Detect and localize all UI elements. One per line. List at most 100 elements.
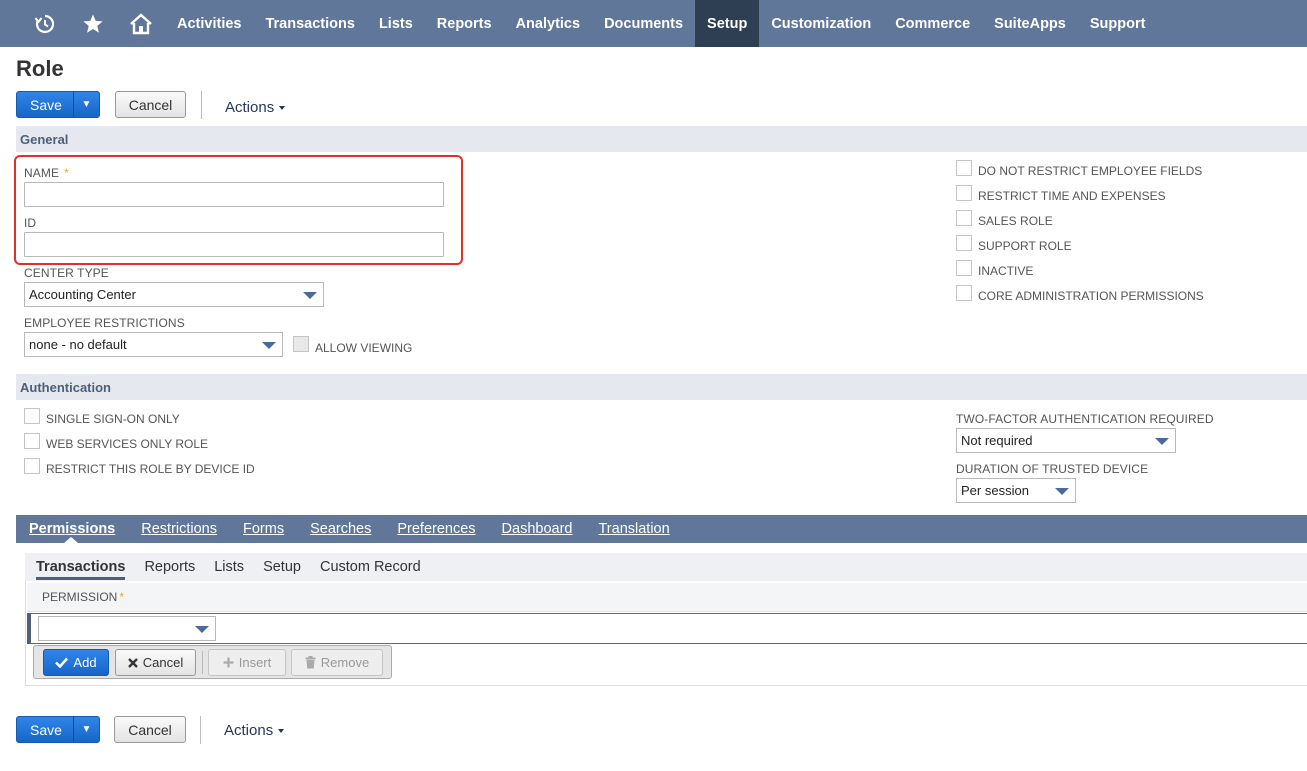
save-button[interactable]: Save [17,92,73,117]
line-item-buttons: Add Cancel Insert Remove [33,645,392,679]
allow-viewing-label: ALLOW VIEWING [315,341,413,355]
employee-restrictions-value: none - no default [29,337,127,352]
active-tab-indicator [64,537,78,543]
permission-select[interactable] [38,616,216,641]
bottom-save-button[interactable]: Save [17,717,73,742]
nav-item-customization[interactable]: Customization [759,0,883,47]
add-line-button[interactable]: Add [43,649,109,676]
general-checkbox-label: SALES ROLE [978,214,1053,228]
nav-item-activities[interactable]: Activities [165,0,253,47]
subtab-custom-record[interactable]: Custom Record [320,559,421,575]
home-icon[interactable] [117,0,165,47]
general-checkbox-3[interactable] [956,235,972,251]
cancel-button[interactable]: Cancel [115,91,186,118]
tab-preferences[interactable]: Preferences [397,521,475,537]
allow-viewing-checkbox[interactable] [293,336,309,352]
nav-item-setup[interactable]: Setup [695,0,760,47]
tab-permissions[interactable]: Permissions [29,521,115,537]
duration-select[interactable]: Per session [956,478,1076,503]
bottom-save-options-dropdown[interactable]: ▼ [73,717,99,742]
dropdown-arrow-icon [262,342,276,349]
subtab-lists[interactable]: Lists [214,559,244,575]
nav-item-transactions[interactable]: Transactions [253,0,366,47]
general-checkbox-4[interactable] [956,260,972,276]
actions-label: Actions [224,722,274,739]
tab-restrictions[interactable]: Restrictions [141,521,217,537]
dropdown-arrow-icon [195,626,209,633]
two-factor-value: Not required [961,433,1033,448]
toolbar-divider [201,91,202,119]
active-subtab-underline [36,577,125,580]
add-label: Add [73,655,97,670]
cancel-line-button[interactable]: Cancel [115,649,196,676]
bottom-actions-menu[interactable]: Actions [224,722,285,739]
subtab-transactions[interactable]: Transactions [36,559,125,575]
general-checkbox-0[interactable] [956,160,972,176]
tab-dashboard[interactable]: Dashboard [502,521,573,537]
duration-label: DURATION OF TRUSTED DEVICE [956,462,1149,476]
save-options-dropdown[interactable]: ▼ [73,92,99,117]
caret-down-icon [279,105,286,110]
general-checkbox-label: SUPPORT ROLE [978,239,1072,253]
nav-item-support[interactable]: Support [1078,0,1158,47]
insert-line-button[interactable]: Insert [208,649,286,676]
section-authentication: Authentication [16,374,1307,400]
nav-item-reports[interactable]: Reports [425,0,504,47]
dropdown-arrow-icon [1055,488,1069,495]
general-checkbox-1[interactable] [956,185,972,201]
center-type-value: Accounting Center [29,287,136,302]
insert-label: Insert [238,655,272,670]
general-checkbox-5[interactable] [956,285,972,301]
button-divider [202,651,203,674]
auth-checkbox-label: SINGLE SIGN-ON ONLY [46,412,180,426]
bottom-cancel-button[interactable]: Cancel [114,716,186,743]
nav-item-documents[interactable]: Documents [592,0,695,47]
general-checkbox-label: RESTRICT TIME AND EXPENSES [978,189,1166,203]
auth-checkbox-label: WEB SERVICES ONLY ROLE [46,437,209,451]
dropdown-arrow-icon [303,292,317,299]
general-checkbox-label: DO NOT RESTRICT EMPLOYEE FIELDS [978,164,1203,178]
plus-icon [223,657,234,668]
nav-item-analytics[interactable]: Analytics [504,0,592,47]
star-icon[interactable] [69,0,117,47]
nav-item-commerce[interactable]: Commerce [883,0,982,47]
auth-checkbox-label: RESTRICT THIS ROLE BY DEVICE ID [46,462,255,476]
subtab-bar: Transactions Reports Lists Setup Custom Reco… [25,553,1307,581]
tab-translation[interactable]: Translation [598,521,669,537]
two-factor-label: TWO-FACTOR AUTHENTICATION REQUIRED [956,412,1214,426]
permission-column-header: PERMISSION * [27,583,1307,612]
nav-item-suiteapps[interactable]: SuiteApps [982,0,1078,47]
main-tab-bar: Permissions Restrictions Forms Searches Pref… [16,515,1307,543]
section-general: General [16,126,1307,152]
general-checkbox-label: CORE ADMINISTRATION PERMISSIONS [978,289,1204,303]
permission-edit-row [27,613,1307,644]
auth-checkbox-2[interactable] [24,458,40,474]
employee-restrictions-select[interactable]: none - no default [24,332,283,357]
nav-item-lists[interactable]: Lists [367,0,425,47]
triangle-down-icon: ▼ [81,724,92,735]
subtab-setup[interactable]: Setup [263,559,301,575]
bottom-toolbar-divider [200,716,201,744]
general-checkbox-label: INACTIVE [978,264,1034,278]
dropdown-arrow-icon [1155,438,1169,445]
actions-menu[interactable]: Actions [225,99,286,116]
tab-forms[interactable]: Forms [243,521,284,537]
remove-label: Remove [320,655,370,670]
trash-icon [305,656,316,669]
two-factor-select[interactable]: Not required [956,428,1176,453]
triangle-down-icon: ▼ [81,99,92,110]
auth-checkbox-1[interactable] [24,433,40,449]
remove-line-button[interactable]: Remove [291,649,383,676]
auth-checkbox-0[interactable] [24,408,40,424]
subtab-reports[interactable]: Reports [144,559,195,575]
save-button-group: Save ▼ [16,91,100,118]
center-type-label: CENTER TYPE [24,266,109,280]
center-type-select[interactable]: Accounting Center [24,282,324,307]
x-icon [127,657,138,668]
required-icon: * [119,590,125,604]
general-checkbox-2[interactable] [956,210,972,226]
recent-records-icon[interactable] [21,0,69,47]
cancel-label: Cancel [142,655,184,670]
tab-searches[interactable]: Searches [310,521,371,537]
duration-value: Per session [961,483,1029,498]
